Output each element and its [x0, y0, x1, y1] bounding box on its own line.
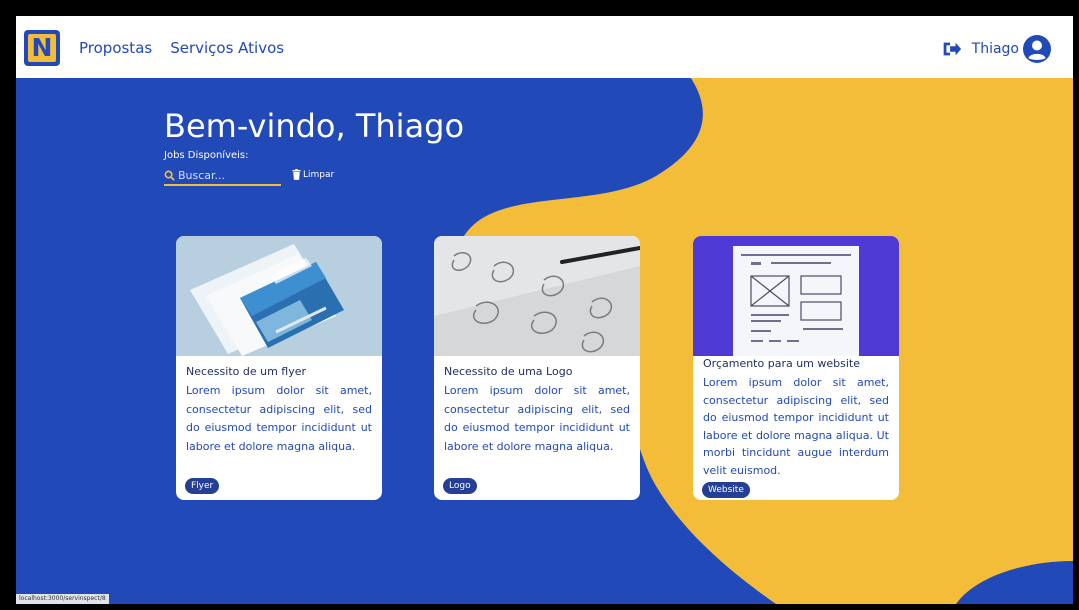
- trash-icon: [292, 169, 301, 180]
- top-navbar: N Propostas Serviços Ativos Thiago: [16, 16, 1073, 78]
- search-input[interactable]: [178, 168, 273, 182]
- page-title: Bem-vindo, Thiago: [164, 107, 465, 145]
- nav-servicos-ativos[interactable]: Serviços Ativos: [170, 37, 284, 59]
- tag-badge[interactable]: Website: [702, 482, 750, 498]
- user-area: Thiago: [940, 35, 1051, 63]
- search-icon: [164, 170, 175, 181]
- job-card-flyer[interactable]: Necessito de um flyer Lorem ipsum dolor …: [176, 236, 382, 500]
- card-description: Lorem ipsum dolor sit amet, consectetur …: [703, 376, 889, 477]
- card-description: Lorem ipsum dolor sit amet, consectetur …: [444, 384, 630, 453]
- job-card-logo[interactable]: Necessito de uma Logo Lorem ipsum dolor …: [434, 236, 640, 500]
- flyer-image: [176, 236, 382, 356]
- tag-badge[interactable]: Flyer: [185, 478, 220, 494]
- sign-out-icon[interactable]: [940, 38, 962, 60]
- clear-label: Limpar: [303, 169, 335, 180]
- card-title: Orçamento para um website: [703, 357, 861, 370]
- main-nav: Propostas Serviços Ativos: [79, 37, 284, 59]
- main-content: Bem-vindo, Thiago Jobs Disponíveis: Limp…: [16, 16, 1073, 604]
- job-card-website[interactable]: Orçamento para um website Lorem ipsum do…: [693, 236, 899, 500]
- clear-button[interactable]: Limpar: [292, 169, 334, 180]
- card-title: Necessito de um flyer: [186, 365, 307, 378]
- website-wireframe-image: [693, 236, 899, 356]
- nav-propostas[interactable]: Propostas: [79, 37, 152, 59]
- user-name[interactable]: Thiago: [972, 41, 1019, 57]
- jobs-label: Jobs Disponíveis:: [164, 150, 249, 161]
- card-description: Lorem ipsum dolor sit amet, consectetur …: [186, 384, 372, 453]
- logo-sketch-image: [434, 236, 640, 356]
- search-field[interactable]: [164, 166, 281, 186]
- app-logo[interactable]: N: [24, 30, 60, 66]
- card-title: Necessito de uma Logo: [444, 365, 573, 378]
- user-circle-icon[interactable]: [1023, 35, 1051, 63]
- tag-badge[interactable]: Logo: [443, 478, 477, 494]
- app-window: N Propostas Serviços Ativos Thiago Bem-v…: [16, 16, 1073, 604]
- status-bar-url: localhost:3000/servinspect/8: [16, 594, 109, 604]
- logo-letter: N: [31, 33, 53, 62]
